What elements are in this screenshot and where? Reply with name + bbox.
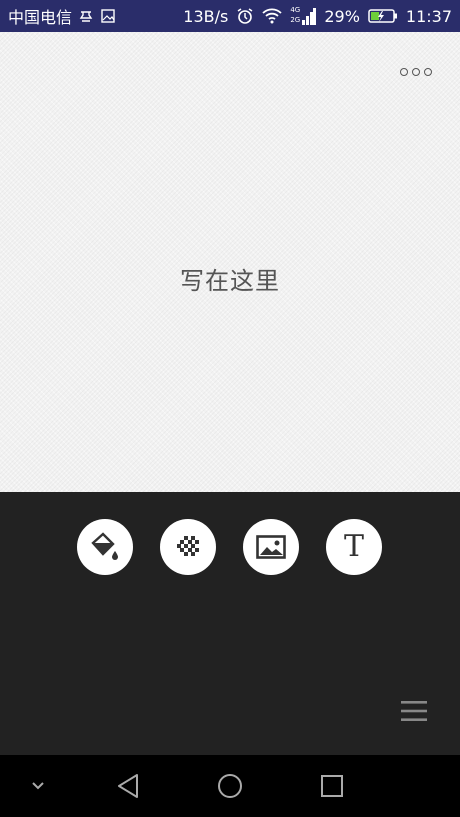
clock: 11:37: [405, 6, 452, 26]
recents-square-icon: [321, 775, 343, 797]
paint-bucket-icon: [91, 532, 118, 560]
chevron-down-icon: [32, 782, 44, 790]
gallery-icon: [100, 8, 116, 24]
text-style-button[interactable]: T: [326, 519, 382, 575]
home-button[interactable]: [214, 770, 246, 802]
text-icon: T: [343, 529, 364, 564]
alarm-icon: [236, 7, 254, 25]
more-horizontal-icon: [400, 68, 408, 76]
status-bar: 中国电信 13B/s 4G 2G 29% 11:37: [0, 0, 460, 32]
insert-image-button[interactable]: [243, 519, 299, 575]
writing-canvas[interactable]: 写在这里: [0, 32, 460, 492]
background-color-button[interactable]: [77, 519, 133, 575]
notification-icon: [78, 8, 94, 24]
mosaic-button[interactable]: [160, 519, 216, 575]
menu-button[interactable]: [401, 700, 427, 726]
image-icon: [256, 535, 286, 559]
more-options-button[interactable]: [400, 68, 432, 76]
home-circle-icon: [218, 774, 242, 798]
write-here-placeholder[interactable]: 写在这里: [0, 261, 460, 296]
cellular-signal-icon: 4G 2G: [290, 6, 317, 26]
wifi-icon: [262, 8, 282, 24]
back-triangle-icon: [118, 774, 138, 798]
hamburger-menu-icon: [401, 701, 427, 721]
network-speed: 13B/s: [183, 6, 229, 26]
mosaic-pattern-icon: [177, 536, 199, 556]
battery-percent: 29%: [324, 6, 360, 26]
battery-icon: [368, 8, 398, 24]
recents-button[interactable]: [316, 770, 348, 802]
collapse-button[interactable]: [28, 776, 48, 796]
tool-panel: T: [0, 492, 460, 755]
navigation-bar: [0, 755, 460, 817]
carrier-label: 中国电信: [8, 8, 73, 27]
back-button[interactable]: [112, 770, 144, 802]
tool-buttons: T: [77, 519, 382, 575]
